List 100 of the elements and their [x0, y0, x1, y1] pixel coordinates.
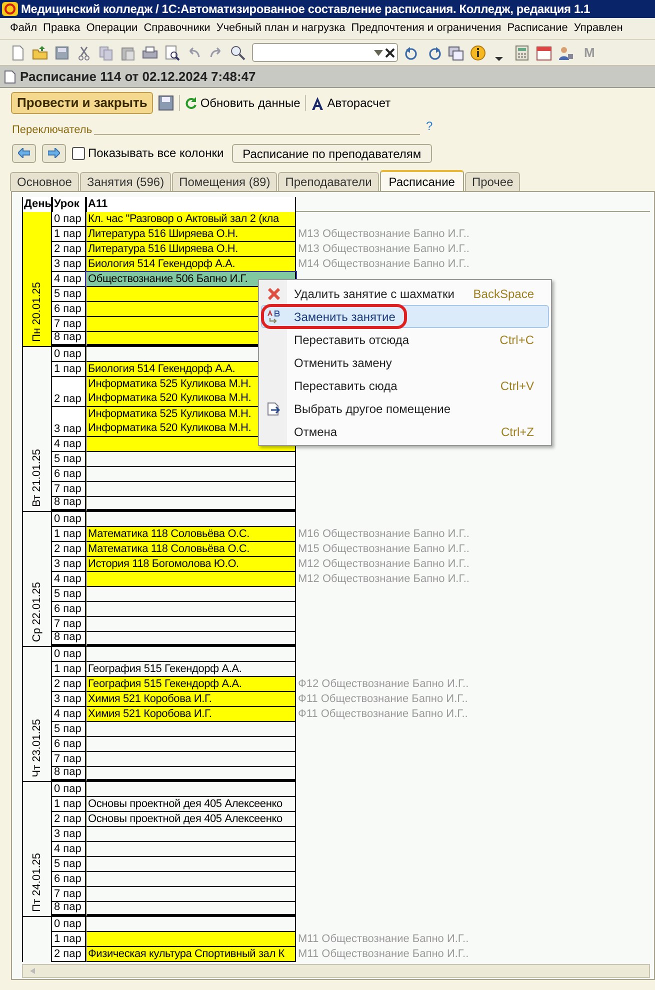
lesson-cell[interactable] [86, 917, 296, 932]
save-icon[interactable] [54, 44, 70, 60]
refresh-button[interactable]: Обновить данные [185, 94, 300, 112]
tab[interactable]: Расписание [380, 170, 464, 191]
period-cell: 5 пар [52, 287, 86, 302]
period-cell: 3 пар [52, 407, 86, 437]
day-label: Пт 24.01.25 [30, 853, 44, 912]
period-cell: 4 пар [52, 272, 86, 287]
lesson-cell[interactable] [86, 452, 296, 467]
menu-item[interactable]: Файл [10, 20, 38, 37]
menu-item[interactable]: Переставить отсюда Ctrl+C [261, 328, 549, 351]
lesson-cell[interactable] [86, 572, 296, 587]
cut-icon[interactable] [76, 44, 92, 60]
info-icon[interactable] [470, 44, 486, 60]
lesson-cell[interactable] [86, 467, 296, 482]
column-header[interactable]: А11 [86, 197, 296, 212]
menu-item[interactable]: Правка [43, 20, 80, 37]
tab[interactable]: Основное [10, 172, 79, 191]
lesson-cell[interactable]: География 515 Гекендорф А.А. [86, 677, 296, 692]
lesson-cell[interactable]: Биология 514 Гекендорф А.А. [86, 257, 296, 272]
tab[interactable]: Занятия (596) [80, 172, 172, 191]
lesson-cell[interactable]: Математика 118 Соловьёва О.С. [86, 527, 296, 542]
lesson-cell[interactable] [86, 902, 296, 917]
menu-item[interactable]: Заменить занятие [261, 305, 549, 328]
tab[interactable]: Помещения (89) [172, 172, 278, 191]
calendar-icon[interactable] [536, 44, 552, 60]
lesson-cell[interactable]: Химия 521 Коробова И.Г. [86, 707, 296, 722]
autocalc-button[interactable]: Авторасчет [311, 94, 391, 112]
search-icon[interactable] [230, 44, 246, 60]
lesson-cell[interactable] [86, 782, 296, 797]
period-cell: 0 пар [52, 917, 86, 932]
lesson-cell[interactable] [86, 602, 296, 617]
lesson-cell[interactable]: Литература 516 Ширяева О.Н. [86, 227, 296, 242]
search-previous-icon[interactable] [426, 44, 442, 60]
post-and-close-button[interactable]: Провести и закрыть [11, 92, 154, 114]
lesson-text: Информатика 525 Куликова М.Н. [87, 407, 252, 421]
lesson-cell[interactable] [86, 872, 296, 887]
users-icon[interactable] [558, 44, 574, 60]
day-label: Ср 22.01.25 [30, 582, 44, 642]
conflict-note: Ф11 Обществознание Бапно И.Г.. [297, 692, 468, 707]
help-link[interactable]: ? [426, 117, 433, 135]
search-field[interactable] [252, 43, 398, 62]
conflict-note: М11 Обществознание Бапно И.Г.. [297, 947, 469, 962]
lesson-cell[interactable] [86, 827, 296, 842]
tab[interactable]: Преподаватели [278, 172, 379, 191]
lesson-cell[interactable]: Химия 521 Коробова И.Г. [86, 692, 296, 707]
tab[interactable]: Прочее [464, 172, 520, 191]
menu-item[interactable]: Расписание [507, 20, 568, 37]
print-preview-icon[interactable] [164, 44, 180, 60]
lesson-cell[interactable] [86, 617, 296, 632]
period-cell: 0 пар [52, 347, 86, 362]
lesson-text: Литература 516 Ширяева О.Н. [87, 227, 238, 241]
column-header[interactable]: Урок [52, 197, 86, 212]
column-header[interactable]: День [22, 197, 52, 212]
menu-item[interactable]: Учебный план и нагрузка [216, 20, 346, 37]
lesson-cell[interactable] [86, 752, 296, 767]
lesson-cell[interactable] [86, 512, 296, 527]
checkbox-label[interactable]: Показывать все колонки [88, 144, 224, 162]
back-button[interactable] [12, 144, 36, 162]
lesson-cell[interactable] [86, 587, 296, 602]
lesson-cell[interactable] [86, 737, 296, 752]
dropdown-arrow-icon[interactable] [374, 50, 383, 56]
period-cell: 1 пар [52, 932, 86, 947]
new-document-icon[interactable] [10, 44, 26, 60]
conflict-note: М12 Обществознание Бапно И.Г.. [297, 557, 470, 572]
windows-icon[interactable] [448, 44, 464, 60]
lesson-cell[interactable]: География 515 Гекендорф А.А. [86, 662, 296, 677]
lesson-cell[interactable]: История 118 Богомолова Ю.О. [86, 557, 296, 572]
period-cell: 2 пар [52, 242, 86, 257]
letter-a-icon [311, 96, 324, 110]
lesson-cell[interactable] [86, 932, 296, 947]
lesson-cell[interactable]: Математика 118 Соловьёва О.С. [86, 542, 296, 557]
menu-item[interactable]: Управлен [574, 20, 623, 37]
menu-item[interactable]: Справочники [144, 20, 210, 37]
lesson-cell[interactable] [86, 842, 296, 857]
lesson-cell[interactable] [86, 722, 296, 737]
period-cell: 3 пар [52, 827, 86, 842]
lesson-cell[interactable]: Литература 516 Ширяева О.Н. [86, 242, 296, 257]
lesson-cell[interactable] [86, 887, 296, 902]
paste-icon[interactable] [120, 44, 136, 60]
forward-button[interactable] [42, 144, 66, 162]
horizontal-scrollbar[interactable] [22, 964, 650, 978]
calculator-icon[interactable] [514, 44, 530, 60]
print-icon[interactable] [142, 44, 158, 60]
lesson-cell[interactable] [86, 497, 296, 512]
menu-item[interactable]: Предпочтения и ограничения [351, 20, 502, 37]
lesson-cell[interactable]: Обществознание 506 Бапно И.Г. [86, 272, 296, 287]
search-next-icon[interactable] [404, 44, 420, 60]
menu-item[interactable]: Операции [86, 20, 138, 37]
teachers-schedule-button[interactable]: Расписание по преподавателям [232, 144, 432, 162]
lesson-cell[interactable] [86, 632, 296, 647]
open-folder-icon[interactable] [32, 44, 48, 60]
lesson-text: История 118 Богомолова Ю.О. [87, 557, 239, 571]
lesson-cell[interactable] [86, 482, 296, 497]
clear-icon[interactable] [385, 48, 395, 58]
save-icon[interactable] [158, 95, 174, 111]
lesson-cell[interactable] [86, 647, 296, 662]
checkbox[interactable] [72, 146, 85, 160]
lesson-cell[interactable] [86, 767, 296, 782]
lesson-cell[interactable] [86, 857, 296, 872]
